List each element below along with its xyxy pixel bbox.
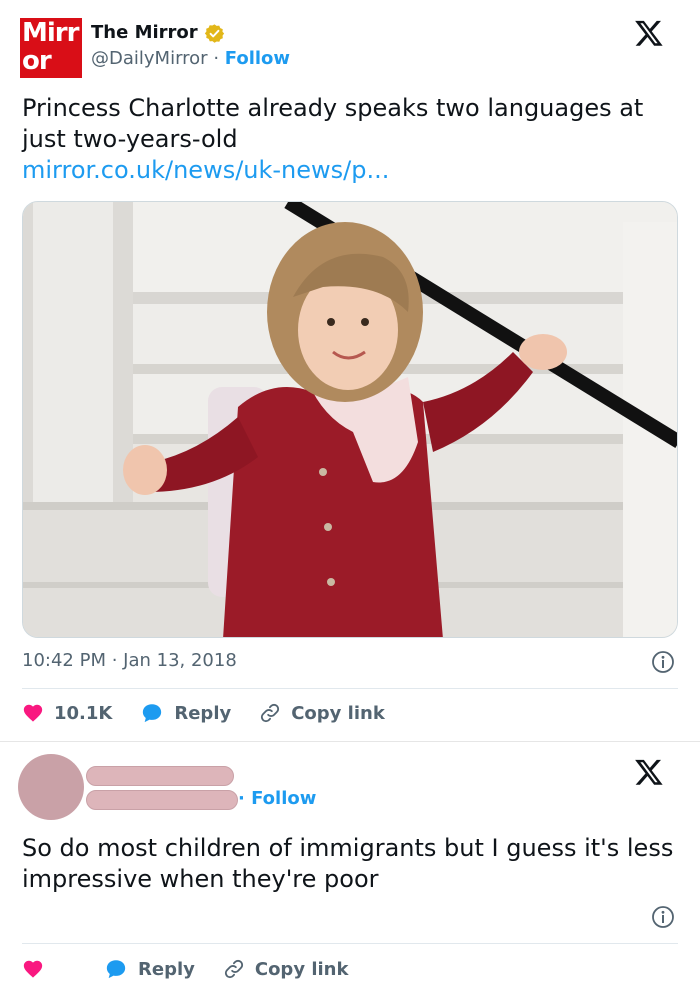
logo-text-top: Mirr: [22, 18, 79, 48]
reply-follow-button[interactable]: · Follow: [238, 788, 316, 809]
verified-badge-icon: [204, 24, 225, 43]
reply-text: So do most children of immigrants but I …: [22, 834, 674, 893]
link-icon: [224, 959, 243, 979]
tweet-link[interactable]: mirror.co.uk/news/uk-news/p...: [22, 155, 682, 186]
follow-button[interactable]: Follow: [225, 48, 290, 69]
like-count: 10.1K: [54, 702, 113, 724]
like-button[interactable]: [22, 958, 54, 980]
info-icon[interactable]: [651, 905, 675, 929]
heart-icon: [23, 704, 43, 722]
mirror-logo[interactable]: Mirr or: [20, 18, 82, 78]
tweet-text: Princess Charlotte already speaks two la…: [22, 94, 644, 153]
reply-actions: Reply Copy link: [22, 954, 376, 984]
divider: [22, 943, 678, 944]
handle-line: @DailyMirror · Follow: [91, 47, 290, 71]
reply-button[interactable]: Reply: [104, 958, 195, 980]
reply-label: Reply: [138, 958, 195, 980]
x-logo-icon[interactable]: [634, 18, 664, 48]
avatar[interactable]: [18, 754, 84, 820]
redacted-handle: [86, 790, 238, 810]
tweet-photo[interactable]: [22, 201, 678, 638]
reply-follow-line: · Follow: [238, 787, 316, 811]
redacted-name: [86, 766, 234, 786]
x-logo-icon[interactable]: [634, 757, 664, 787]
reply-label: Reply: [174, 702, 232, 724]
embedded-tweet: Mirr or The Mirror @DailyMirror · Follow…: [0, 0, 700, 741]
reply-bubble-icon: [106, 960, 126, 979]
copy-link-label: Copy link: [254, 958, 349, 980]
like-button[interactable]: 10.1K: [22, 702, 112, 724]
copy-link-label: Copy link: [291, 702, 385, 724]
heart-icon: [23, 960, 43, 978]
tweet-body: Princess Charlotte already speaks two la…: [22, 93, 682, 186]
photo-illustration: [23, 202, 677, 637]
account-name[interactable]: The Mirror: [91, 21, 198, 45]
divider: [22, 688, 678, 689]
account-handle[interactable]: @DailyMirror: [91, 48, 208, 69]
reply-bubble-icon: [143, 704, 162, 723]
info-icon[interactable]: [651, 650, 675, 674]
separator-dot: ·: [213, 48, 220, 69]
tweet-actions: 10.1K Reply Copy link: [22, 698, 413, 728]
copy-link-button[interactable]: Copy link: [223, 958, 349, 980]
copy-link-button[interactable]: Copy link: [259, 702, 385, 724]
link-icon: [261, 703, 280, 723]
logo-text-bottom: or: [22, 46, 52, 76]
tweet-timestamp[interactable]: 10:42 PM · Jan 13, 2018: [22, 649, 237, 673]
reply-button[interactable]: Reply: [140, 702, 231, 724]
